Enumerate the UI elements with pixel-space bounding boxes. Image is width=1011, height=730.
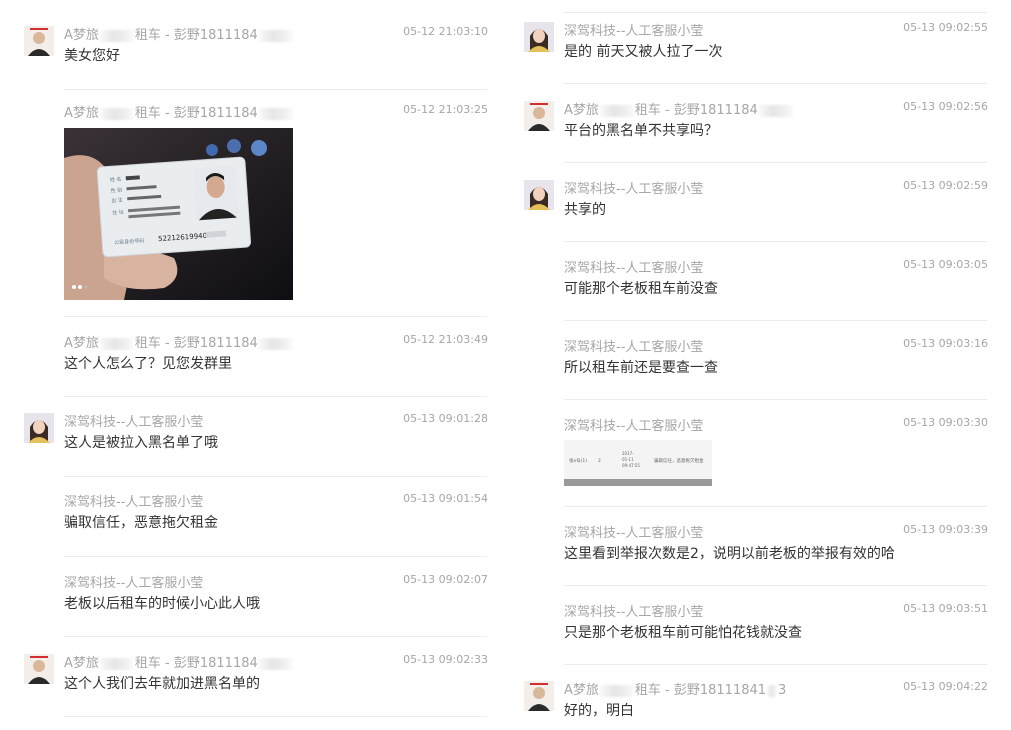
id-name-label: 姓 名 xyxy=(110,176,122,184)
avatar-support xyxy=(524,22,554,52)
message-divider xyxy=(64,476,487,477)
sender-name: A梦旅 租车 - 彭野1811184 xyxy=(64,652,294,671)
sender-name: 深驾科技--人工客服小莹 xyxy=(64,495,204,510)
message-divider xyxy=(64,316,487,317)
id-address-label: 住 址 xyxy=(112,209,124,217)
sender-name: A梦旅 租车 - 彭野1811184 xyxy=(64,102,294,121)
message-text[interactable]: 这人是被拉入黑名单了哦 xyxy=(64,432,218,452)
sender-name: 深驾科技--人工客服小莹 xyxy=(564,24,704,39)
message-timestamp: 05-13 09:02:59 xyxy=(903,179,988,192)
message-timestamp: 05-12 21:03:25 xyxy=(403,103,488,116)
avatar-customer xyxy=(524,101,554,131)
avatar-support xyxy=(524,180,554,210)
message-text[interactable]: 美女您好 xyxy=(64,45,120,65)
id-sex-label: 性 别 xyxy=(110,187,122,195)
screenshot-col1: 张x号(1) xyxy=(569,457,587,464)
message-text[interactable]: 这个人我们去年就加进黑名单的 xyxy=(64,673,260,693)
message-divider xyxy=(564,320,987,321)
message-timestamp: 05-13 09:02:07 xyxy=(403,573,488,586)
message-divider xyxy=(564,399,987,400)
sender-name: 深驾科技--人工客服小莹 xyxy=(564,340,704,355)
sender-name: A梦旅 租车 - 彭野1811184 xyxy=(564,99,794,118)
message-divider xyxy=(564,12,987,13)
message-divider xyxy=(564,664,987,665)
sender-name: A梦旅 租车 - 彭野18111841 3 xyxy=(564,683,787,698)
message-divider xyxy=(564,241,987,242)
message-divider xyxy=(64,89,487,90)
message-timestamp: 05-13 09:03:05 xyxy=(903,258,988,271)
message-timestamp: 05-13 09:01:28 xyxy=(403,412,488,425)
blacklist-screenshot-image[interactable]: 张x号(1) 2 2017- 05-11 09:47:55 骗取信任，恶意拖欠租… xyxy=(564,440,712,486)
message-divider xyxy=(64,556,487,557)
avatar-customer xyxy=(524,681,554,711)
message-timestamp: 05-13 09:02:55 xyxy=(903,21,988,34)
screenshot-col2: 2 xyxy=(598,458,601,464)
message-timestamp: 05-12 21:03:49 xyxy=(403,333,488,346)
id-birth-label: 出 生 xyxy=(111,197,123,205)
message-text[interactable]: 好的，明白 xyxy=(564,700,634,720)
message-text[interactable]: 共享的 xyxy=(564,199,606,219)
screenshot-col3c: 09:47:55 xyxy=(622,463,640,468)
message-text[interactable]: 只是那个老板租车前可能怕花钱就没查 xyxy=(564,622,802,642)
sender-name: 深驾科技--人工客服小莹 xyxy=(564,419,704,434)
message-timestamp: 05-13 09:02:33 xyxy=(403,653,488,666)
sender-name: 深驾科技--人工客服小莹 xyxy=(564,605,704,620)
sender-name: 深驾科技--人工客服小莹 xyxy=(564,526,704,541)
message-text[interactable]: 骗取信任，恶意拖欠租金 xyxy=(64,512,218,532)
message-timestamp: 05-13 09:04:22 xyxy=(903,680,988,693)
message-timestamp: 05-13 09:02:56 xyxy=(903,100,988,113)
message-timestamp: 05-13 09:03:51 xyxy=(903,602,988,615)
message-divider xyxy=(564,506,987,507)
avatar-customer xyxy=(24,26,54,56)
message-timestamp: 05-13 09:01:54 xyxy=(403,492,488,505)
message-text[interactable]: 所以租车前还是要查一查 xyxy=(564,357,718,377)
avatar-support xyxy=(24,413,54,443)
avatar-customer xyxy=(24,654,54,684)
screenshot-col3a: 2017- xyxy=(622,451,634,456)
message-text[interactable]: 是的 前天又被人拉了一次 xyxy=(564,41,722,61)
message-timestamp: 05-13 09:03:16 xyxy=(903,337,988,350)
message-divider xyxy=(564,83,987,84)
message-text[interactable]: 平台的黑名单不共享吗？ xyxy=(564,120,718,140)
sender-name: 深驾科技--人工客服小莹 xyxy=(64,576,204,591)
message-text[interactable]: 这个人怎么了？见您发群里 xyxy=(64,353,232,373)
message-timestamp: 05-13 09:03:39 xyxy=(903,523,988,536)
message-divider xyxy=(64,396,487,397)
message-timestamp: 05-13 09:03:30 xyxy=(903,416,988,429)
screenshot-col4: 骗取信任，恶意拖欠租金 xyxy=(654,457,704,464)
message-timestamp: 05-12 21:03:10 xyxy=(403,25,488,38)
chat-column-right: 深驾科技--人工客服小莹 05-13 09:02:55 是的 前天又被人拉了一次… xyxy=(520,0,990,730)
message-divider xyxy=(64,716,487,717)
message-divider xyxy=(64,636,487,637)
message-text[interactable]: 可能那个老板租车前没查 xyxy=(564,278,718,298)
sender-name: A梦旅 租车 - 彭野1811184 xyxy=(64,24,294,43)
message-divider xyxy=(564,162,987,163)
id-card-image[interactable]: 姓 名 性 别 出 生 住 址 公民身份号码 52212619940 xyxy=(64,128,293,300)
message-divider xyxy=(564,585,987,586)
message-text[interactable]: 老板以后租车的时候小心此人哦 xyxy=(64,593,260,613)
screenshot-col3b: 05-11 xyxy=(622,457,634,462)
sender-name: A梦旅 租车 - 彭野1811184 xyxy=(64,332,294,351)
message-text[interactable]: 这里看到举报次数是2，说明以前老板的举报有效的哈 xyxy=(564,543,895,563)
sender-name: 深驾科技--人工客服小莹 xyxy=(564,261,704,276)
sender-name: 深驾科技--人工客服小莹 xyxy=(564,182,704,197)
chat-column-left: A梦旅 租车 - 彭野1811184 05-12 21:03:10 美女您好 A梦… xyxy=(20,0,490,730)
sender-name: 深驾科技--人工客服小莹 xyxy=(64,415,204,430)
